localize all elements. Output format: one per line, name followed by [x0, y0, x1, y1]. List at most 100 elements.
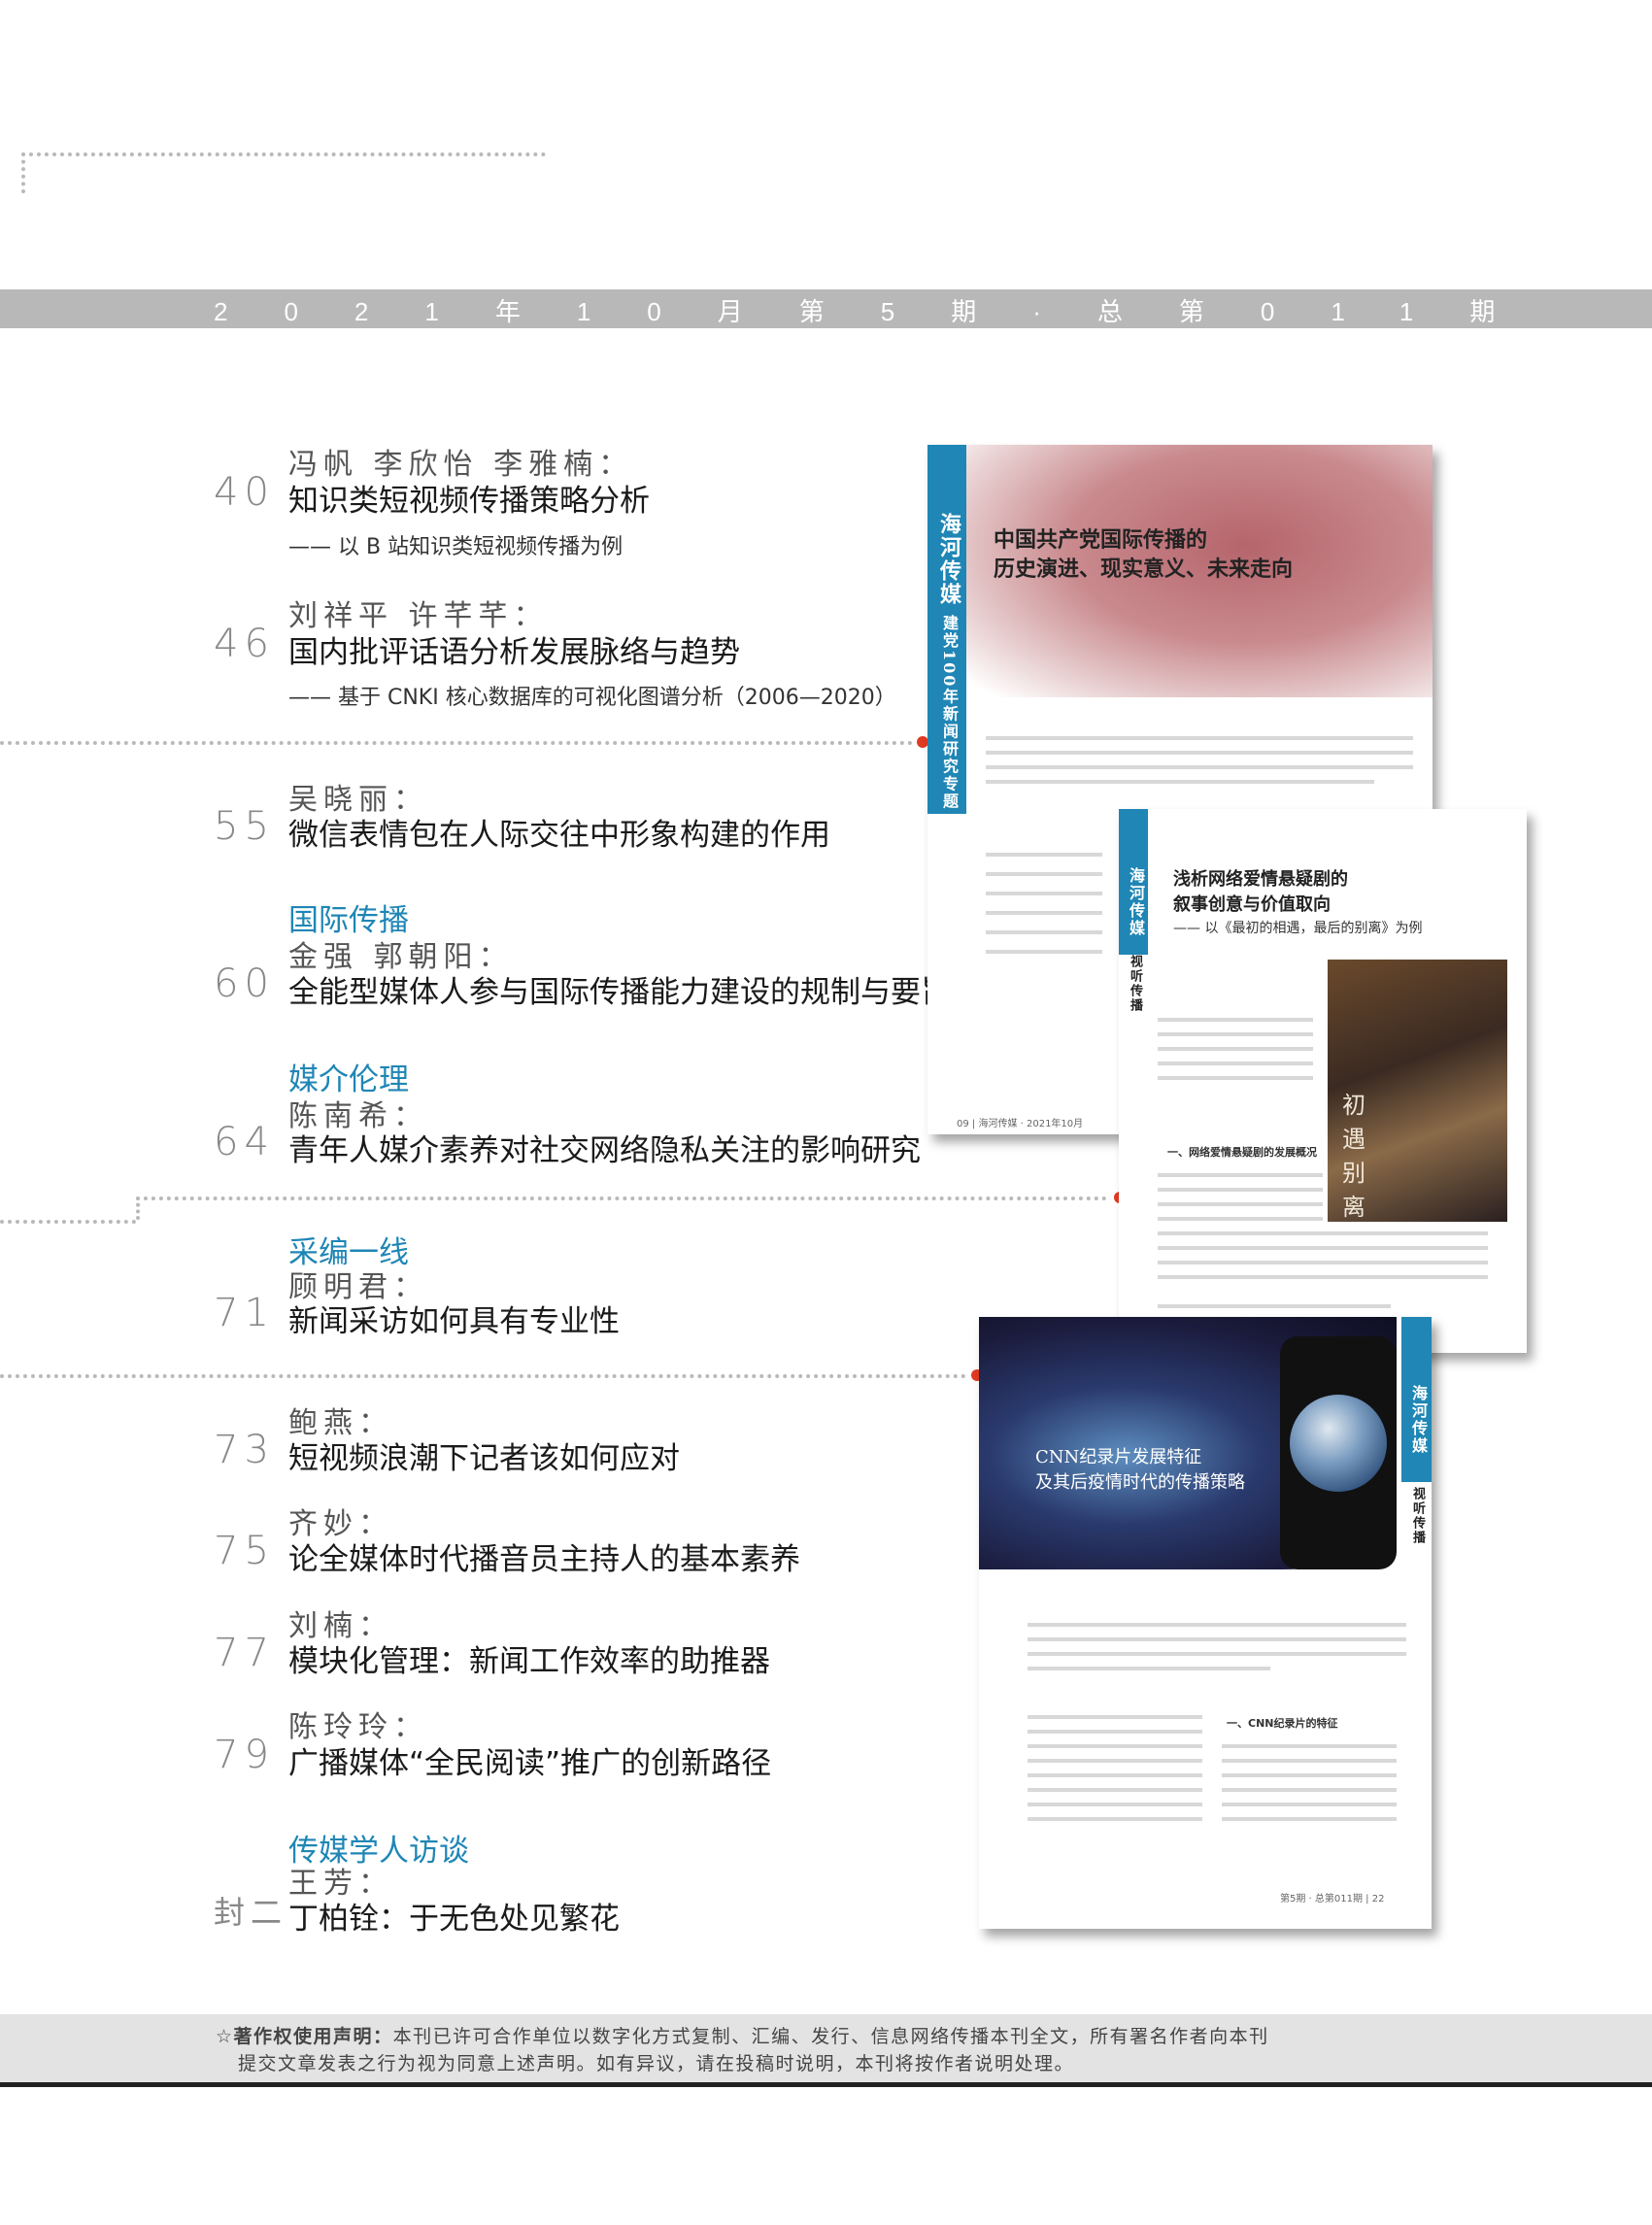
side-tab-topic: 建党100年新闻研究专题: [940, 615, 959, 811]
text-line: [1158, 1261, 1488, 1264]
text-line: [1222, 1803, 1397, 1806]
article-title[interactable]: 全能型媒体人参与国际传播能力建设的规制与要旨: [288, 967, 951, 1011]
page-number: 封二: [214, 1894, 288, 1931]
text-line: [986, 751, 1413, 755]
article-title[interactable]: 论全媒体时代播音员主持人的基本素养: [288, 1534, 800, 1578]
text-line: [1158, 1188, 1323, 1192]
dotted-divider: [0, 1220, 136, 1224]
text-line: [1028, 1715, 1202, 1719]
article-title[interactable]: 广播媒体“全民阅读”推广的创新路径: [288, 1738, 771, 1782]
article-thumbnail-3[interactable]: 海河传媒 视听传播 CNN纪录片发展特征 及其后疫情时代的传播策略 一、CNN纪…: [979, 1317, 1432, 1929]
text-line: [1028, 1773, 1202, 1777]
text-line: [986, 853, 1102, 857]
side-tab-title: 海河传媒: [1127, 867, 1145, 937]
text-line: [1222, 1817, 1397, 1821]
text-line: [986, 780, 1374, 784]
copyright-text-1: 本刊已许可合作单位以数字化方式复制、汇编、发行、信息网络传播本刊全文，所有署名作…: [392, 2026, 1269, 2047]
page-number: 79: [214, 1733, 275, 1777]
side-tab-title: 海河传媒: [936, 513, 961, 606]
article-title[interactable]: 模块化管理：新闻工作效率的助推器: [288, 1636, 770, 1680]
text-line: [1028, 1803, 1202, 1806]
text-line: [1222, 1788, 1397, 1792]
dotted-divider: [136, 1197, 1107, 1200]
text-line: [1222, 1759, 1397, 1763]
text-line: [1158, 1217, 1323, 1221]
article-thumbnail-2[interactable]: 海河传媒 视听传播 浅析网络爱情悬疑剧的 叙事创意与价值取向 —— 以《最初的相…: [1119, 809, 1527, 1353]
thumbnail-title-line2: 历史演进、现实意义、未来走向: [994, 556, 1294, 582]
text-line: [1028, 1730, 1202, 1734]
thumbnail-title-line2: 及其后疫情时代的传播策略: [1035, 1472, 1245, 1493]
side-tab-title: 海河传媒: [1409, 1385, 1428, 1455]
poster-title: 初遇别离: [1342, 1092, 1365, 1221]
side-tab-topic: 视听传播: [1410, 1487, 1425, 1545]
thumbnail-section-head: 一、网络爱情悬疑剧的发展概况: [1167, 1146, 1317, 1159]
thumbnail-title-line1: CNN纪录片发展特征: [1035, 1447, 1202, 1467]
text-line: [1158, 1173, 1323, 1177]
side-tab-topic: 视听传播: [1128, 955, 1142, 1013]
text-line: [1158, 1246, 1488, 1250]
thumbnail-title-line1: 浅析网络爱情悬疑剧的: [1173, 869, 1348, 890]
text-line: [1158, 1062, 1313, 1065]
copyright-notice: ☆著作权使用声明：本刊已许可合作单位以数字化方式复制、汇编、发行、信息网络传播本…: [0, 2014, 1652, 2082]
page-number: 71: [214, 1291, 275, 1335]
text-line: [986, 911, 1102, 915]
text-line: [1028, 1652, 1406, 1656]
issue-bar: 2021年10月第5期·总第011期: [0, 289, 1652, 328]
text-line: [986, 892, 1102, 895]
thumbnail-subtitle: —— 以《最初的相遇，最后的别离》为例: [1173, 921, 1423, 936]
thumbnail-title-line1: 中国共产党国际传播的: [994, 527, 1208, 553]
top-dotted-vertical: [21, 152, 25, 193]
text-line: [1158, 1032, 1313, 1036]
text-line: [1158, 1231, 1488, 1235]
text-line: [1158, 1047, 1313, 1051]
text-line: [1158, 1275, 1488, 1279]
globe-icon: [1290, 1395, 1387, 1492]
top-dotted-rule: [21, 152, 546, 156]
thumbnail-footer: 第5期 · 总第011期 | 22: [1280, 1894, 1385, 1905]
copyright-line-1: ☆著作权使用声明：本刊已许可合作单位以数字化方式复制、汇编、发行、信息网络传播本…: [216, 2022, 1269, 2048]
text-line: [1028, 1817, 1202, 1821]
thumbnail-title-line2: 叙事创意与价值取向: [1173, 894, 1331, 915]
phone-image: [1280, 1336, 1397, 1569]
text-line: [1028, 1623, 1406, 1627]
page-number: 40: [214, 470, 275, 515]
drama-poster: 初遇别离: [1328, 960, 1507, 1222]
article-title[interactable]: 国内批评话语分析发展脉络与趋势: [288, 627, 740, 671]
text-line: [1158, 1076, 1313, 1080]
dotted-divider: [0, 741, 913, 745]
page-number: 75: [214, 1529, 275, 1573]
bottom-rule: [0, 2082, 1652, 2087]
thumbnail-section-head: 一、CNN纪录片的特征: [1227, 1717, 1338, 1730]
text-line: [1158, 1018, 1313, 1022]
star-icon: ☆: [216, 2026, 234, 2047]
article-subtitle: —— 以 B 站知识类短视频传播为例: [288, 535, 624, 559]
article-title[interactable]: 微信表情包在人际交往中形象构建的作用: [288, 810, 830, 854]
text-line: [986, 950, 1102, 954]
page-number: 77: [214, 1631, 275, 1675]
page-number: 73: [214, 1428, 275, 1472]
article-title[interactable]: 短视频浪潮下记者该如何应对: [288, 1433, 680, 1477]
text-line: [1028, 1788, 1202, 1792]
text-line: [986, 930, 1102, 934]
article-title[interactable]: 新闻采访如何具有专业性: [288, 1297, 620, 1340]
article-title[interactable]: 青年人媒介素养对社交网络隐私关注的影响研究: [288, 1126, 921, 1169]
text-line: [1222, 1744, 1397, 1748]
article-subtitle: —— 基于 CNKI 核心数据库的可视化图谱分析（2006—2020）: [288, 686, 896, 710]
dotted-divider-step: [136, 1197, 140, 1220]
text-line: [1028, 1637, 1406, 1641]
copyright-label: 著作权使用声明：: [233, 2026, 393, 2047]
text-line: [1158, 1304, 1391, 1308]
text-line: [986, 765, 1413, 769]
text-line: [1028, 1744, 1202, 1748]
issue-line: 2021年10月第5期·总第011期: [214, 297, 1552, 326]
text-line: [1028, 1667, 1270, 1670]
thumbnail-footer: 09 | 海河传媒 · 2021年10月: [957, 1119, 1084, 1129]
page-number: 55: [214, 804, 275, 849]
page-number: 46: [214, 622, 275, 666]
text-line: [986, 872, 1102, 876]
text-line: [1222, 1773, 1397, 1777]
text-line: [1158, 1202, 1323, 1206]
article-title[interactable]: 丁柏铨：于无色处见繁花: [288, 1894, 620, 1938]
article-title[interactable]: 知识类短视频传播策略分析: [288, 476, 650, 520]
text-line: [986, 736, 1413, 740]
